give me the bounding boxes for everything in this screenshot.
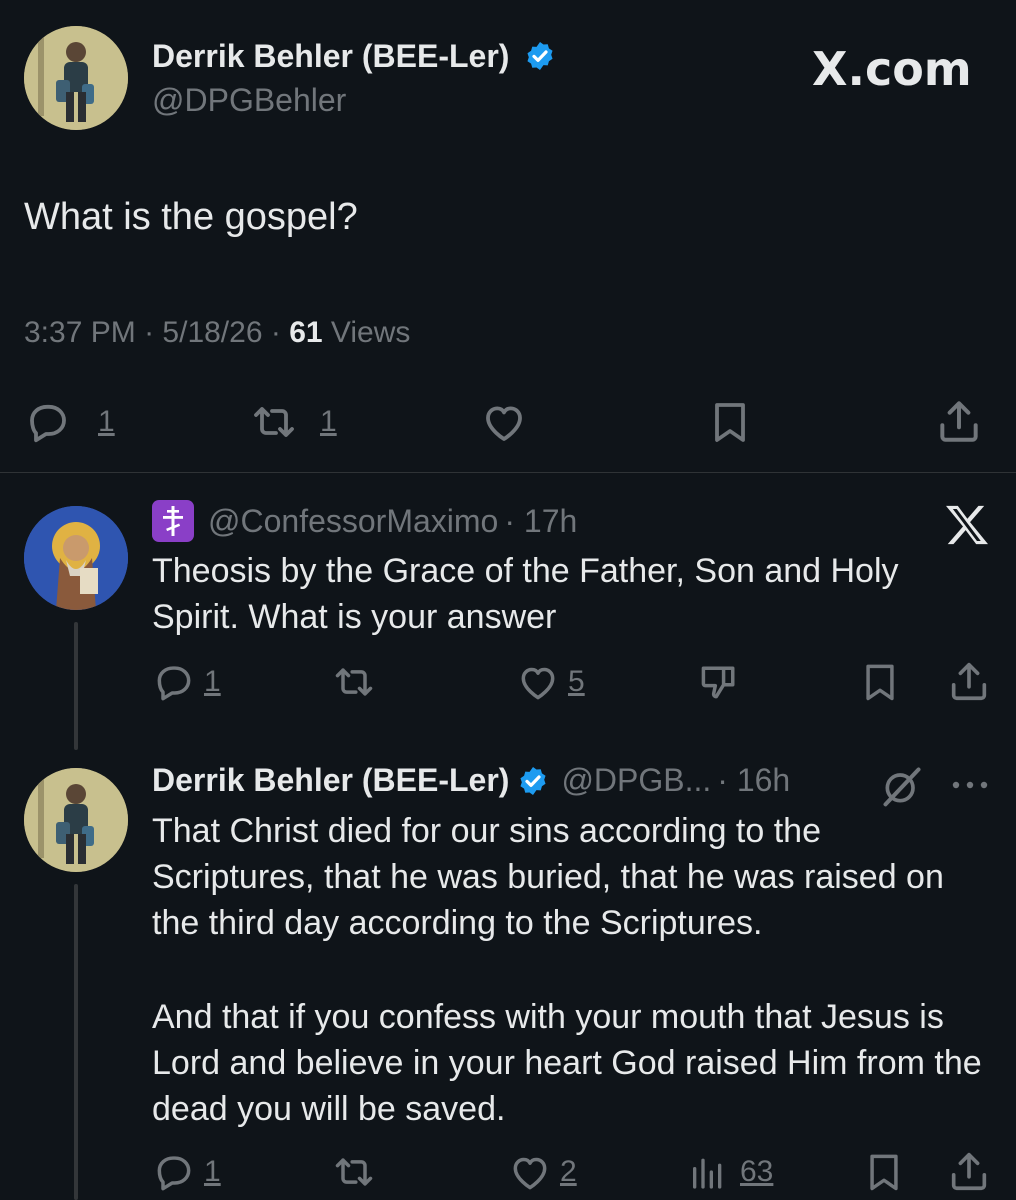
bookmark-icon (715, 403, 745, 442)
share-icon (940, 401, 978, 442)
reply-1-like-count: 5 (568, 665, 585, 698)
reply-2-share-button[interactable] (946, 1148, 992, 1194)
reply-2-views-count: 63 (740, 1155, 774, 1188)
share-icon (951, 662, 987, 701)
grok-icon[interactable] (880, 764, 924, 813)
reply-2-age: · 16h (717, 762, 791, 798)
reply-1-share-button[interactable] (946, 658, 992, 704)
bookmark-icon (870, 1154, 898, 1191)
share-icon (951, 1152, 987, 1191)
thread-line (74, 884, 78, 1200)
repost-count: 1 (320, 405, 337, 438)
reply-1-handle[interactable]: @ConfessorMaximo (208, 503, 498, 540)
x-logo-icon[interactable] (944, 504, 990, 551)
reply-1-like-button[interactable]: 5 (514, 660, 585, 704)
repost-icon (335, 1158, 373, 1186)
repost-button[interactable]: 1 (248, 398, 337, 446)
person-avatar-icon (24, 26, 128, 130)
post-date: 5/18/26 (162, 316, 263, 349)
icon-portrait-avatar-icon (24, 506, 128, 610)
author-name-text: Derrik Behler (BEE-Ler) (152, 38, 510, 74)
reply-2-like-count: 2 (560, 1155, 577, 1188)
reply-1-text: Theosis by the Grace of the Father, Son … (152, 552, 899, 636)
thumbs-down-icon (701, 666, 735, 699)
views-label: Views (330, 316, 411, 349)
bookmark-icon (866, 664, 894, 701)
reply-2-like-button[interactable]: 2 (506, 1150, 577, 1194)
reply-1-header: @ConfessorMaximo · 17h (152, 500, 577, 542)
reply-1-avatar[interactable] (24, 506, 128, 610)
post-text: What is the gospel? (24, 196, 358, 238)
reply-icon (157, 666, 191, 701)
reply-1-reply-count: 1 (204, 665, 221, 698)
reply-2-repost-button[interactable] (330, 1150, 378, 1194)
views-count: 61 (289, 316, 323, 349)
reply-1-reply-button[interactable]: 1 (152, 660, 221, 704)
post-time: 3:37 PM (24, 316, 136, 349)
reply-2-views-button[interactable]: 63 (688, 1150, 773, 1194)
post-divider (0, 472, 1016, 473)
reply-icon (157, 1156, 191, 1191)
reply-1-bookmark-button[interactable] (858, 660, 902, 704)
more-options-icon[interactable] (950, 778, 990, 796)
reply-button[interactable]: 1 (24, 398, 115, 446)
reply-1-age: · 17h (504, 502, 578, 539)
author-avatar[interactable] (24, 26, 128, 130)
reply-2-avatar[interactable] (24, 768, 128, 872)
analytics-icon (693, 1158, 722, 1189)
orthodox-cross-badge-icon (152, 500, 194, 542)
verified-badge-icon (520, 766, 546, 795)
reply-2-reply-button[interactable]: 1 (152, 1150, 221, 1194)
reply-1-downvote-button[interactable] (696, 660, 742, 704)
thread-line (74, 622, 78, 750)
verified-badge-icon (527, 41, 553, 70)
repost-icon (335, 668, 373, 696)
bookmark-button[interactable] (706, 398, 754, 446)
x-com-logo: X.com (812, 42, 972, 96)
reply-2-reply-count: 1 (204, 1155, 221, 1188)
repost-icon (254, 407, 294, 437)
heart-icon (486, 406, 522, 441)
reply-1-repost-button[interactable] (330, 660, 378, 704)
author-name[interactable]: Derrik Behler (BEE-Ler) (152, 38, 556, 75)
post-meta: 3:37 PM · 5/18/26 · 61 Views (24, 316, 410, 350)
meta-separator: · (144, 316, 155, 349)
reply-icon (30, 404, 66, 443)
author-handle[interactable]: @DPGBehler (152, 82, 346, 119)
heart-icon (521, 667, 555, 700)
reply-2-header: Derrik Behler (BEE-Ler) @DPGB... · 16h (152, 762, 790, 799)
person-avatar-icon (24, 768, 128, 872)
like-button[interactable] (478, 398, 530, 446)
share-button[interactable] (934, 396, 984, 446)
reply-2-paragraph-1: That Christ died for our sins according … (152, 812, 944, 942)
reply-2-bookmark-button[interactable] (862, 1150, 906, 1194)
reply-2-handle[interactable]: @DPGB... (561, 762, 711, 799)
reply-2-paragraph-2: And that if you confess with your mouth … (152, 998, 982, 1128)
reply-count: 1 (98, 405, 115, 438)
reply-2-author-name[interactable]: Derrik Behler (BEE-Ler) (152, 762, 509, 799)
meta-separator: · (270, 316, 281, 349)
heart-icon (513, 1157, 547, 1190)
